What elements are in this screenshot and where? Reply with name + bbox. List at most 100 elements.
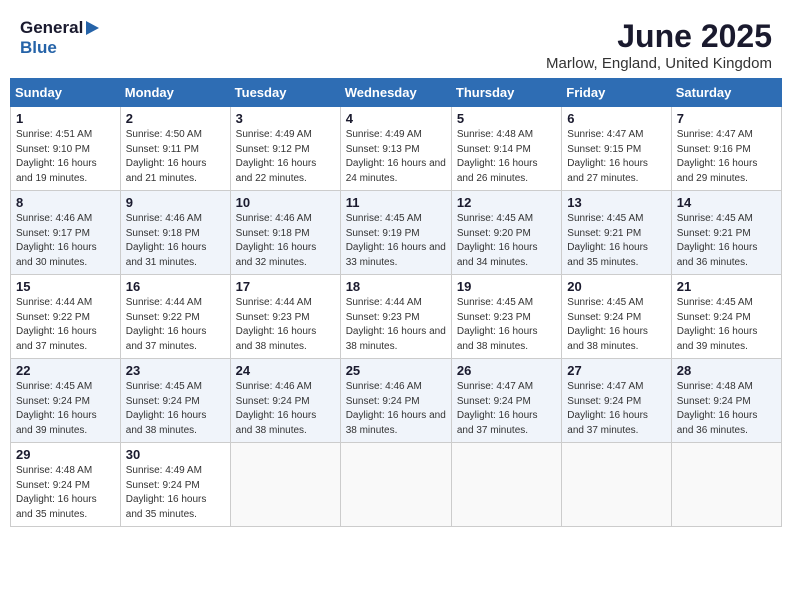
day-info: Sunrise: 4:45 AM Sunset: 9:19 PM Dayligh… [346,212,446,270]
day-number: 18 [346,279,446,294]
calendar-cell: 16 Sunrise: 4:44 AM Sunset: 9:22 PM Dayli… [120,275,230,359]
day-number: 1 [16,111,115,126]
day-info: Sunrise: 4:45 AM Sunset: 9:20 PM Dayligh… [457,212,556,270]
day-info: Sunrise: 4:48 AM Sunset: 9:24 PM Dayligh… [677,380,776,438]
logo-blue: Blue [20,38,57,57]
header-sunday: Sunday [11,79,121,107]
calendar-cell: 30Sunrise: 4:49 AM Sunset: 9:24 PM Dayli… [120,443,230,527]
day-number: 29 [16,447,115,462]
header-wednesday: Wednesday [340,79,451,107]
day-info: Sunrise: 4:47 AM Sunset: 9:15 PM Dayligh… [567,128,665,186]
day-info: Sunrise: 4:46 AM Sunset: 9:18 PM Dayligh… [236,212,335,270]
day-number: 20 [567,279,665,294]
header-row: SundayMondayTuesdayWednesdayThursdayFrid… [11,79,782,107]
day-info: Sunrise: 4:45 AM Sunset: 9:23 PM Dayligh… [457,296,556,354]
calendar-cell: 1Sunrise: 4:51 AM Sunset: 9:10 PM Daylig… [11,107,121,191]
calendar-table: SundayMondayTuesdayWednesdayThursdayFrid… [10,78,782,527]
week-row-3: 15 Sunrise: 4:44 AM Sunset: 9:22 PM Dayli… [11,275,782,359]
calendar-cell: 7 Sunrise: 4:47 AM Sunset: 9:16 PM Daylig… [671,107,781,191]
day-info: Sunrise: 4:44 AM Sunset: 9:22 PM Dayligh… [126,296,225,354]
calendar-cell: 14 Sunrise: 4:45 AM Sunset: 9:21 PM Dayli… [671,191,781,275]
calendar-cell [340,443,451,527]
day-number: 2 [126,111,225,126]
calendar-cell: 8 Sunrise: 4:46 AM Sunset: 9:17 PM Daylig… [11,191,121,275]
calendar-cell: 18 Sunrise: 4:44 AM Sunset: 9:23 PM Dayli… [340,275,451,359]
day-info: Sunrise: 4:46 AM Sunset: 9:24 PM Dayligh… [236,380,335,438]
logo-general: General [20,18,83,38]
day-number: 23 [126,363,225,378]
week-row-5: 29 Sunrise: 4:48 AM Sunset: 9:24 PM Dayli… [11,443,782,527]
day-number: 15 [16,279,115,294]
calendar-cell: 20 Sunrise: 4:45 AM Sunset: 9:24 PM Dayli… [562,275,671,359]
day-number: 17 [236,279,335,294]
calendar-cell: 17 Sunrise: 4:44 AM Sunset: 9:23 PM Dayli… [230,275,340,359]
day-info: Sunrise: 4:45 AM Sunset: 9:24 PM Dayligh… [126,380,225,438]
calendar-cell: 25Sunrise: 4:46 AM Sunset: 9:24 PM Dayli… [340,359,451,443]
day-number: 6 [567,111,665,126]
day-number: 12 [457,195,556,210]
day-number: 19 [457,279,556,294]
calendar-cell: 13 Sunrise: 4:45 AM Sunset: 9:21 PM Dayli… [562,191,671,275]
day-info: Sunrise: 4:46 AM Sunset: 9:24 PM Dayligh… [346,380,446,438]
day-number: 8 [16,195,115,210]
calendar-cell [451,443,561,527]
day-number: 13 [567,195,665,210]
day-info: Sunrise: 4:45 AM Sunset: 9:24 PM Dayligh… [567,296,665,354]
calendar-cell: 22Sunrise: 4:45 AM Sunset: 9:24 PM Dayli… [11,359,121,443]
calendar-cell: 3 Sunrise: 4:49 AM Sunset: 9:12 PM Daylig… [230,107,340,191]
day-number: 7 [677,111,776,126]
page-header: General Blue June 2025 Marlow, England, … [10,10,782,78]
day-info: Sunrise: 4:45 AM Sunset: 9:24 PM Dayligh… [677,296,776,354]
day-number: 30 [126,447,225,462]
calendar-cell: 23 Sunrise: 4:45 AM Sunset: 9:24 PM Dayli… [120,359,230,443]
week-row-2: 8 Sunrise: 4:46 AM Sunset: 9:17 PM Daylig… [11,191,782,275]
day-info: Sunrise: 4:47 AM Sunset: 9:16 PM Dayligh… [677,128,776,186]
day-info: Sunrise: 4:45 AM Sunset: 9:21 PM Dayligh… [567,212,665,270]
calendar-cell: 9 Sunrise: 4:46 AM Sunset: 9:18 PM Daylig… [120,191,230,275]
week-row-1: 1Sunrise: 4:51 AM Sunset: 9:10 PM Daylig… [11,107,782,191]
month-title: June 2025 [546,18,772,55]
day-number: 24 [236,363,335,378]
calendar-cell: 29 Sunrise: 4:48 AM Sunset: 9:24 PM Dayli… [11,443,121,527]
calendar-cell: 21 Sunrise: 4:45 AM Sunset: 9:24 PM Dayli… [671,275,781,359]
day-number: 16 [126,279,225,294]
calendar-cell [671,443,781,527]
header-monday: Monday [120,79,230,107]
header-friday: Friday [562,79,671,107]
day-info: Sunrise: 4:49 AM Sunset: 9:12 PM Dayligh… [236,128,335,186]
day-info: Sunrise: 4:46 AM Sunset: 9:18 PM Dayligh… [126,212,225,270]
day-number: 3 [236,111,335,126]
calendar-cell: 28Sunrise: 4:48 AM Sunset: 9:24 PM Dayli… [671,359,781,443]
day-info: Sunrise: 4:47 AM Sunset: 9:24 PM Dayligh… [457,380,556,438]
day-info: Sunrise: 4:44 AM Sunset: 9:23 PM Dayligh… [346,296,446,354]
calendar-cell: 26Sunrise: 4:47 AM Sunset: 9:24 PM Dayli… [451,359,561,443]
calendar-cell: 11Sunrise: 4:45 AM Sunset: 9:19 PM Dayli… [340,191,451,275]
day-number: 10 [236,195,335,210]
calendar-cell: 5 Sunrise: 4:48 AM Sunset: 9:14 PM Daylig… [451,107,561,191]
day-info: Sunrise: 4:48 AM Sunset: 9:14 PM Dayligh… [457,128,556,186]
calendar-cell: 15Sunrise: 4:44 AM Sunset: 9:22 PM Dayli… [11,275,121,359]
title-area: June 2025 Marlow, England, United Kingdo… [546,18,772,72]
day-number: 27 [567,363,665,378]
header-thursday: Thursday [451,79,561,107]
day-number: 21 [677,279,776,294]
calendar-cell [562,443,671,527]
day-number: 4 [346,111,446,126]
header-saturday: Saturday [671,79,781,107]
day-number: 5 [457,111,556,126]
header-tuesday: Tuesday [230,79,340,107]
day-info: Sunrise: 4:46 AM Sunset: 9:17 PM Dayligh… [16,212,115,270]
calendar-cell: 4 Sunrise: 4:49 AM Sunset: 9:13 PM Daylig… [340,107,451,191]
day-number: 14 [677,195,776,210]
day-number: 9 [126,195,225,210]
calendar-cell [230,443,340,527]
calendar-cell: 24 Sunrise: 4:46 AM Sunset: 9:24 PM Dayli… [230,359,340,443]
logo-triangle-icon [86,21,99,35]
calendar-cell: 12 Sunrise: 4:45 AM Sunset: 9:20 PM Dayli… [451,191,561,275]
day-info: Sunrise: 4:48 AM Sunset: 9:24 PM Dayligh… [16,464,115,522]
logo: General Blue [20,18,99,58]
day-info: Sunrise: 4:45 AM Sunset: 9:21 PM Dayligh… [677,212,776,270]
day-number: 22 [16,363,115,378]
day-info: Sunrise: 4:49 AM Sunset: 9:13 PM Dayligh… [346,128,446,186]
day-info: Sunrise: 4:44 AM Sunset: 9:23 PM Dayligh… [236,296,335,354]
